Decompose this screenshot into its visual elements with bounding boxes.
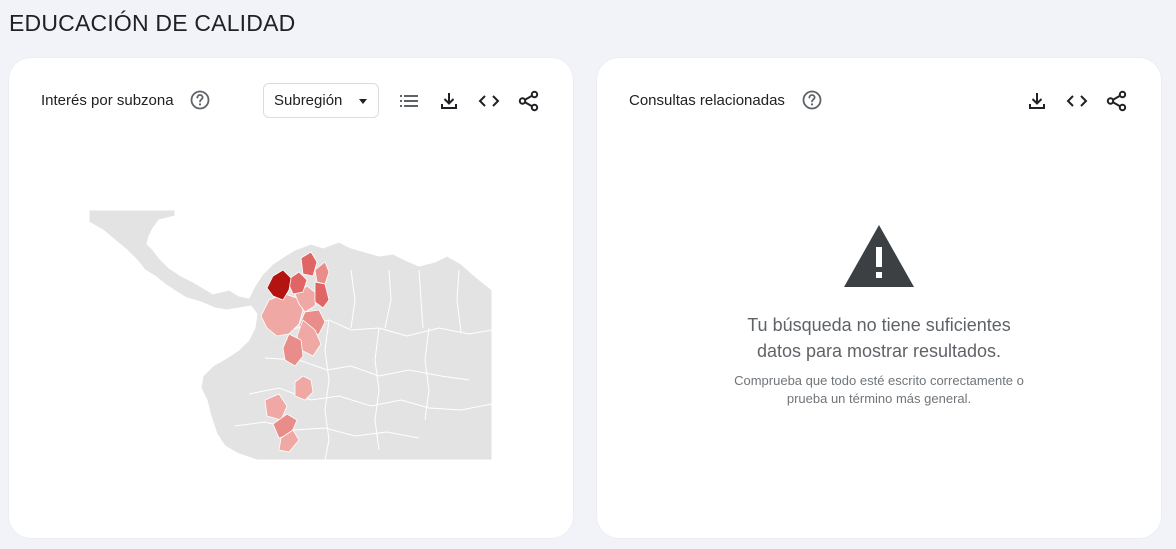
empty-state-message: Tu búsqueda no tiene suficientes datos p… xyxy=(747,315,1011,361)
chevron-down-icon xyxy=(359,99,367,104)
interest-by-subregion-card: Interés por subzona Subregión xyxy=(9,58,573,538)
share-icon[interactable] xyxy=(517,89,541,113)
download-icon[interactable] xyxy=(1025,89,1049,113)
download-icon[interactable] xyxy=(437,89,461,113)
page-title: EDUCACIÓN DE CALIDAD xyxy=(9,10,296,36)
subregion-map[interactable] xyxy=(89,210,492,460)
warning-triangle-icon xyxy=(842,223,916,289)
embed-code-icon[interactable] xyxy=(477,89,501,113)
embed-code-icon[interactable] xyxy=(1065,89,1089,113)
subregion-dropdown[interactable]: Subregión xyxy=(263,83,379,118)
related-queries-card: Consultas relacionadas Tu búsqueda no ti… xyxy=(597,58,1161,538)
card-title: Consultas relacionadas xyxy=(629,92,785,109)
list-icon[interactable] xyxy=(397,89,421,113)
help-circle-icon[interactable] xyxy=(802,90,822,110)
empty-state-hint: Comprueba que todo esté escrito correcta… xyxy=(734,373,1024,406)
share-icon[interactable] xyxy=(1105,89,1129,113)
dropdown-selected-label: Subregión xyxy=(274,92,343,109)
card-title: Interés por subzona xyxy=(41,92,174,109)
help-circle-icon[interactable] xyxy=(190,90,210,110)
